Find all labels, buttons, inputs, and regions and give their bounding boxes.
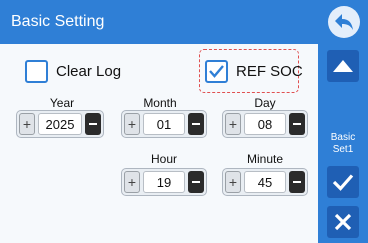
back-arrow-icon xyxy=(335,14,353,30)
day-value[interactable]: 08 xyxy=(244,113,286,135)
month-decrement-button[interactable] xyxy=(188,113,204,135)
minus-icon xyxy=(192,181,200,183)
minus-icon xyxy=(89,123,97,125)
hour-label: Hour xyxy=(150,152,177,166)
minus-icon xyxy=(293,123,301,125)
ref-soc-option[interactable]: REF SOC xyxy=(205,60,303,83)
checkmark-icon xyxy=(332,174,354,191)
month-value[interactable]: 01 xyxy=(143,113,185,135)
minute-value[interactable]: 45 xyxy=(244,171,286,193)
side-panel: Basic Set1 xyxy=(318,44,368,243)
title-bar: Basic Setting xyxy=(0,0,368,44)
year-increment-button[interactable]: + xyxy=(19,113,35,135)
month-stepper: + 01 xyxy=(121,110,207,138)
ref-soc-label: REF SOC xyxy=(236,63,303,80)
confirm-button[interactable] xyxy=(327,166,359,198)
checkmark-icon xyxy=(209,65,224,78)
clear-log-option[interactable]: Clear Log xyxy=(25,60,121,83)
basic-set1-label-line2: Set1 xyxy=(332,144,354,155)
day-stepper: + 08 xyxy=(222,110,308,138)
year-stepper: + 2025 xyxy=(16,110,104,138)
basic-setting-screen: Basic Setting Clear Log REF SOC Year + 2… xyxy=(0,0,368,243)
cancel-button[interactable] xyxy=(327,206,359,238)
minute-label: Minute xyxy=(246,152,284,166)
back-button[interactable] xyxy=(328,6,360,38)
close-icon xyxy=(334,213,352,231)
page-up-button[interactable] xyxy=(327,50,359,82)
year-decrement-button[interactable] xyxy=(85,113,101,135)
clear-log-checkbox[interactable] xyxy=(25,60,48,83)
year-value[interactable]: 2025 xyxy=(38,113,82,135)
up-arrow-icon xyxy=(333,60,353,72)
page-title: Basic Setting xyxy=(11,13,105,30)
minute-increment-button[interactable]: + xyxy=(225,171,241,193)
day-label: Day xyxy=(254,96,276,110)
minute-decrement-button[interactable] xyxy=(289,171,305,193)
hour-value[interactable]: 19 xyxy=(143,171,185,193)
hour-increment-button[interactable]: + xyxy=(124,171,140,193)
year-label: Year xyxy=(49,96,75,110)
minus-icon xyxy=(293,181,301,183)
day-decrement-button[interactable] xyxy=(289,113,305,135)
month-label: Month xyxy=(143,96,177,110)
minute-stepper: + 45 xyxy=(222,168,308,196)
month-increment-button[interactable]: + xyxy=(124,113,140,135)
minus-icon xyxy=(192,123,200,125)
basic-set1-label-line1: Basic xyxy=(330,132,356,143)
clear-log-label: Clear Log xyxy=(56,63,122,80)
ref-soc-checkbox[interactable] xyxy=(205,60,228,83)
basic-set1-tab[interactable]: Basic Set1 xyxy=(326,132,360,156)
day-increment-button[interactable]: + xyxy=(225,113,241,135)
hour-stepper: + 19 xyxy=(121,168,207,196)
hour-decrement-button[interactable] xyxy=(188,171,204,193)
